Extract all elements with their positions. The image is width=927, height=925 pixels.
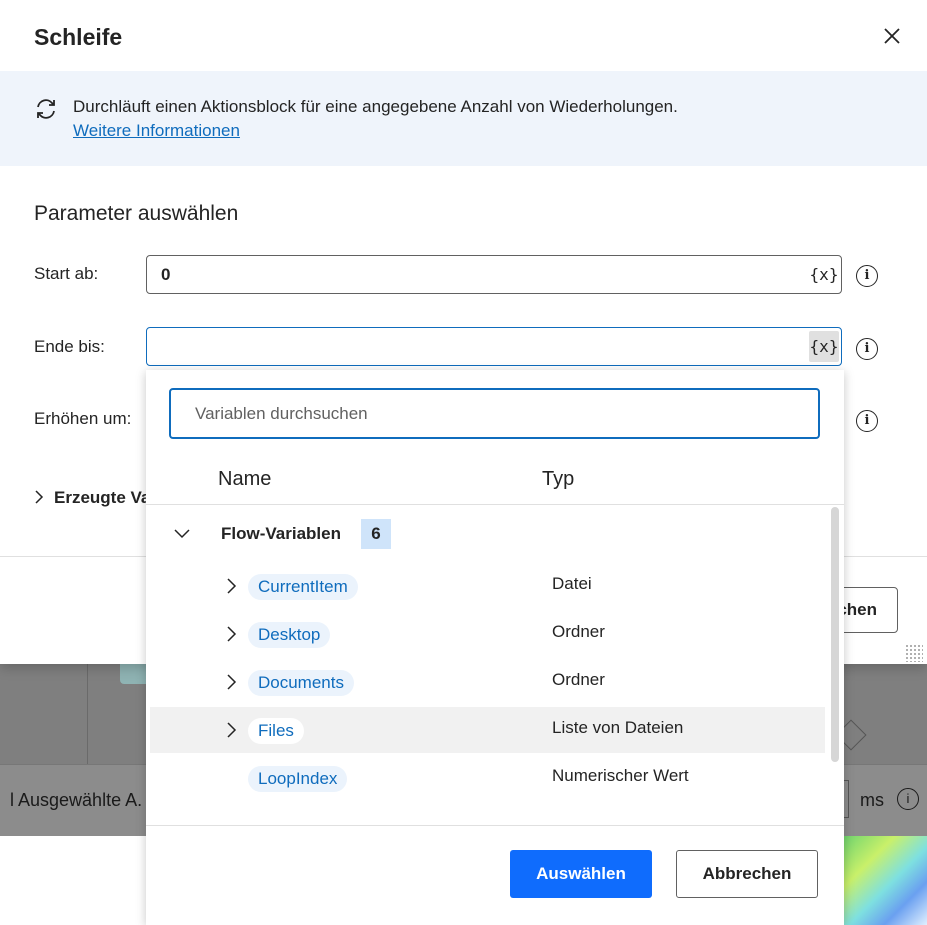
info-banner (0, 71, 927, 166)
select-button[interactable]: Auswählen (510, 850, 652, 898)
more-info-link[interactable]: Weitere Informationen (73, 121, 240, 141)
loop-icon (37, 99, 55, 119)
variable-type: Liste von Dateien (552, 718, 684, 737)
dialog-title: Schleife (34, 24, 123, 50)
chevron-right-icon[interactable] (224, 578, 238, 594)
variable-row[interactable]: Documents Ordner (150, 659, 825, 705)
variable-picker-button[interactable]: {x} (809, 259, 839, 290)
variable-name: Desktop (248, 622, 331, 648)
start-label: Start ab: (34, 264, 99, 283)
variable-type: Ordner (552, 622, 605, 641)
header-divider (146, 504, 844, 505)
variable-picker-button[interactable]: {x} (809, 331, 839, 362)
start-input[interactable]: 0 {x} (146, 255, 842, 294)
cancel-button[interactable]: Abbrechen (676, 850, 818, 898)
info-icon[interactable]: i (856, 410, 878, 432)
scrollbar[interactable] (831, 507, 839, 762)
variable-search-input[interactable] (169, 388, 820, 439)
chevron-right-icon[interactable] (224, 722, 238, 738)
column-header-type[interactable]: Typ (542, 468, 574, 491)
variable-picker-popup: Name Typ Flow-Variablen 6 CurrentItem Da… (146, 370, 844, 925)
variable-type: Numerischer Wert (552, 766, 689, 785)
banner-description: Durchläuft einen Aktionsblock für eine a… (73, 97, 678, 116)
popup-footer-divider (146, 825, 844, 826)
background-status-text: l Ausgewählte A. (10, 790, 143, 810)
background-divider (87, 664, 88, 764)
chevron-down-icon[interactable] (174, 525, 190, 541)
variable-name: LoopIndex (248, 766, 348, 792)
end-label: Ende bis: (34, 337, 105, 356)
chevron-right-icon[interactable] (224, 674, 238, 690)
info-icon[interactable]: i (897, 788, 919, 810)
variable-name: Files (248, 718, 304, 744)
variable-name: Documents (248, 670, 354, 696)
group-count-badge: 6 (361, 519, 391, 549)
variable-row[interactable]: LoopIndex Numerischer Wert (150, 755, 825, 801)
info-icon[interactable]: i (856, 265, 878, 287)
variable-name: CurrentItem (248, 574, 358, 600)
variable-row[interactable]: Files Liste von Dateien (150, 707, 825, 753)
background-unit-label: ms (860, 790, 884, 810)
variable-row[interactable]: CurrentItem Datei (150, 563, 825, 609)
column-header-name[interactable]: Name (218, 468, 271, 491)
section-title: Parameter auswählen (34, 202, 239, 225)
generated-variables-label: Erzeugte Va (54, 488, 151, 507)
generated-variables-toggle[interactable]: Erzeugte Va (34, 488, 150, 508)
group-label[interactable]: Flow-Variablen (221, 524, 341, 544)
variable-row[interactable]: Desktop Ordner (150, 611, 825, 657)
chevron-right-icon (35, 490, 44, 504)
variable-type: Datei (552, 574, 592, 593)
start-value: 0 (161, 265, 171, 284)
step-label: Erhöhen um: (34, 409, 132, 428)
resize-grip[interactable] (905, 644, 923, 662)
end-input[interactable]: {x} (146, 327, 842, 366)
variable-type: Ordner (552, 670, 605, 689)
chevron-right-icon[interactable] (224, 626, 238, 642)
close-icon[interactable] (878, 22, 906, 50)
background-color-picker[interactable] (843, 836, 927, 925)
info-icon[interactable]: i (856, 338, 878, 360)
